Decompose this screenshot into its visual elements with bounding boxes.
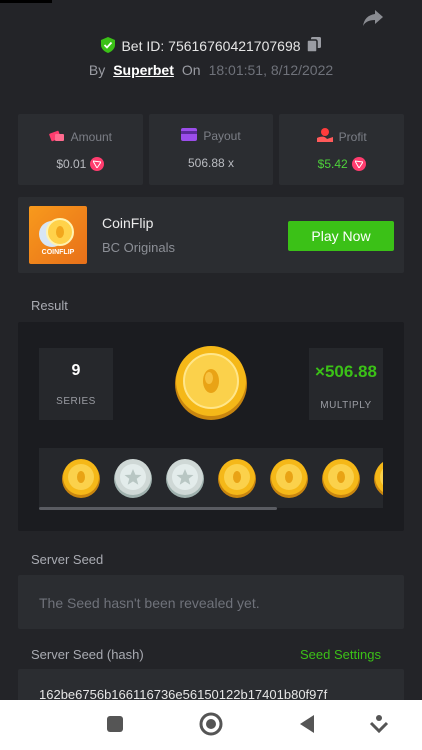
coin-strip-scrollbar[interactable]	[39, 507, 277, 510]
coin-gold-icon	[61, 458, 101, 498]
payout-icon	[181, 128, 198, 144]
shield-check-icon	[101, 36, 116, 56]
series-card: 9 SERIES	[39, 348, 113, 420]
game-card: COINFLIP CoinFlip BC Originals Play Now	[18, 197, 404, 273]
nav-down-icon[interactable]	[367, 712, 391, 736]
play-now-button[interactable]: Play Now	[288, 221, 394, 251]
coin-series-strip[interactable]	[39, 448, 383, 508]
amount-icon	[48, 128, 65, 145]
bet-stats: Amount $0.01 Payout 506.88 x Profit $5.4…	[18, 114, 405, 185]
coin-silver-icon	[113, 458, 153, 498]
bet-header: Bet ID: 75616760421707698 By Superbet On…	[0, 36, 422, 78]
payout-value: 506.88 x	[187, 156, 235, 170]
nav-home-icon[interactable]	[199, 712, 223, 736]
game-name[interactable]: CoinFlip	[102, 215, 153, 231]
copy-icon[interactable]	[305, 37, 321, 55]
coin-gold-icon	[269, 458, 309, 498]
nav-back-icon[interactable]	[295, 712, 319, 736]
amount-label: Amount	[70, 129, 113, 144]
server-seed-hash-label: Server Seed (hash)	[31, 647, 144, 662]
payout-label: Payout	[203, 129, 241, 143]
multiply-value: ×506.88	[315, 362, 377, 381]
bet-timestamp: 18:01:51, 8/12/2022	[208, 62, 334, 78]
on-label: On	[181, 62, 201, 78]
series-value: 9	[71, 362, 81, 379]
seed-settings-link[interactable]: Seed Settings	[300, 647, 381, 662]
share-icon[interactable]	[362, 8, 384, 28]
server-seed-label: Server Seed	[31, 552, 104, 567]
game-thumbnail[interactable]: COINFLIP	[29, 206, 87, 264]
game-thumb-text: COINFLIP	[41, 249, 75, 256]
coin-gold-icon	[217, 458, 257, 498]
by-label: By	[88, 62, 106, 78]
user-link[interactable]: Superbet	[113, 62, 174, 78]
series-label: SERIES	[56, 396, 96, 407]
coin-gold-icon	[321, 458, 361, 498]
multiply-card: ×506.88 MULTIPLY	[309, 348, 383, 420]
result-label: Result	[31, 298, 68, 313]
result-coin-icon	[174, 344, 248, 420]
profit-value: $5.42	[317, 157, 348, 171]
profit-label: Profit	[338, 129, 367, 144]
trx-icon	[351, 157, 366, 171]
profit-icon	[316, 128, 333, 145]
stat-profit: Profit $5.42	[279, 114, 405, 185]
stat-payout: Payout 506.88 x	[148, 114, 274, 185]
coin-row	[61, 458, 383, 498]
status-strip	[0, 0, 52, 3]
amount-value: $0.01	[56, 157, 87, 171]
result-panel: 9 SERIES ×506.88 MULTIPLY	[18, 322, 404, 531]
android-nav-bar	[0, 700, 422, 750]
game-provider: BC Originals	[102, 240, 175, 255]
stat-amount: Amount $0.01	[18, 114, 143, 185]
bet-id: Bet ID: 75616760421707698	[121, 38, 301, 54]
coin-gold-icon	[373, 458, 383, 498]
server-seed-field: The Seed hasn't been revealed yet.	[18, 575, 404, 629]
multiply-label: MULTIPLY	[320, 400, 372, 411]
nav-square-icon[interactable]	[103, 712, 127, 736]
trx-icon	[90, 157, 105, 171]
coin-silver-icon	[165, 458, 205, 498]
